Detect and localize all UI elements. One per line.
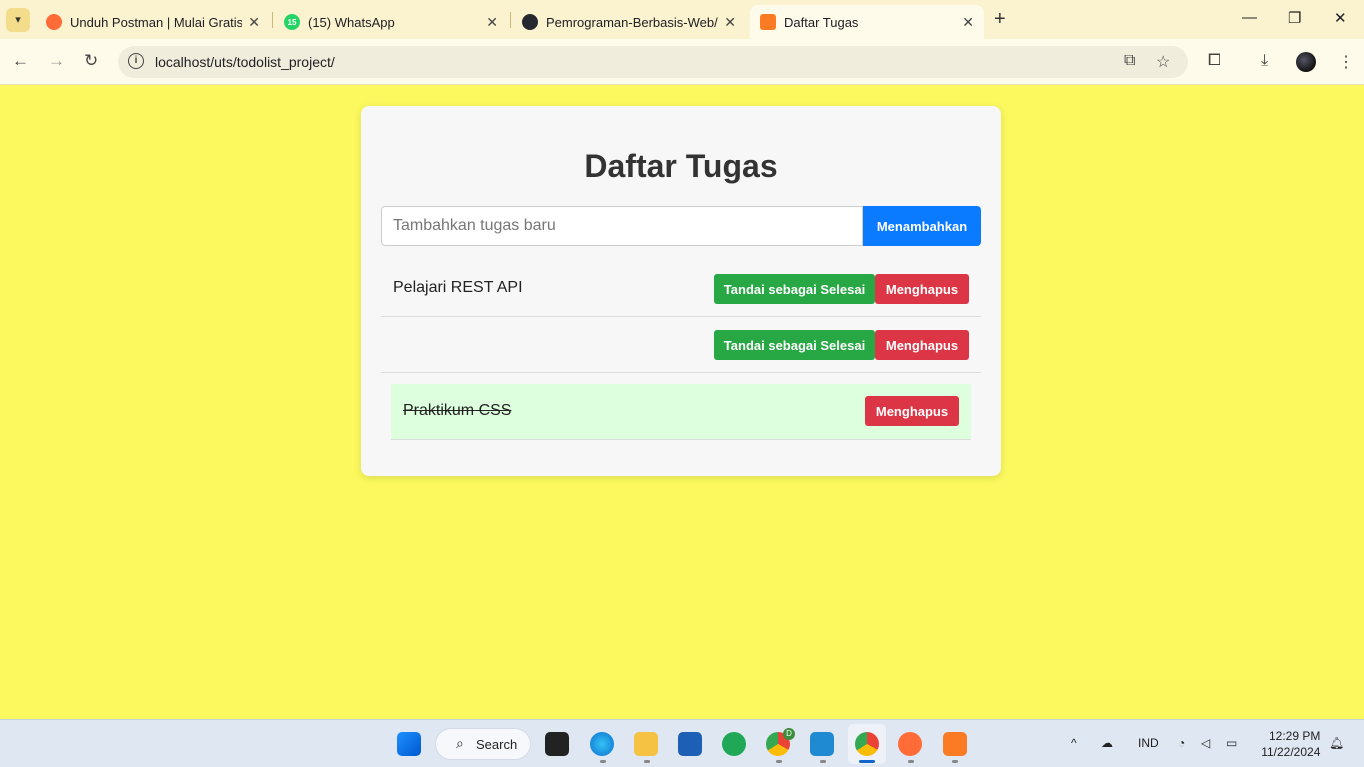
- more-menu-icon[interactable]: ⋮: [1338, 52, 1354, 72]
- browser-toolbar: ← → ↻ i localhost/uts/todolist_project/ …: [0, 39, 1364, 85]
- language-indicator[interactable]: IND: [1138, 736, 1159, 750]
- running-indicator: [952, 760, 958, 763]
- add-task-button[interactable]: Menambahkan: [863, 206, 981, 246]
- address-bar[interactable]: i localhost/uts/todolist_project/ ⧉ ☆: [118, 46, 1188, 78]
- file-explorer-icon[interactable]: [634, 732, 658, 756]
- close-icon[interactable]: ✕: [248, 14, 260, 31]
- tab-divider: [272, 12, 273, 28]
- windows-taskbar: ⌕ Search D ^ ☁ IND ◔ ◁ ▭ 12:29 PM 11/22/…: [0, 719, 1364, 767]
- todo-card: Daftar Tugas Menambahkan Pelajari REST A…: [361, 106, 1001, 476]
- close-icon[interactable]: ✕: [486, 14, 498, 31]
- tab-title: Daftar Tugas: [784, 14, 859, 30]
- xampp-icon: [760, 14, 776, 30]
- chrome-profile-badge: D: [783, 728, 795, 740]
- whatsapp-icon: 15: [284, 14, 300, 30]
- taskbar-search[interactable]: ⌕ Search: [435, 728, 531, 760]
- running-indicator: [820, 760, 826, 763]
- delete-button[interactable]: Menghapus: [875, 274, 969, 304]
- chrome-active-icon[interactable]: [855, 732, 879, 756]
- edge-icon[interactable]: [590, 732, 614, 756]
- tab-title: (15) WhatsApp: [308, 14, 395, 30]
- wifi-icon[interactable]: ◔: [1178, 736, 1185, 750]
- running-indicator: [644, 760, 650, 763]
- notification-bell-icon[interactable]: 🔔︎: [1329, 736, 1344, 750]
- vscode-icon[interactable]: [810, 732, 834, 756]
- windows-start-icon[interactable]: [397, 732, 421, 756]
- search-icon: ⌕: [456, 735, 464, 751]
- restore-icon[interactable]: ❐: [1288, 9, 1301, 27]
- store-icon[interactable]: [678, 732, 702, 756]
- running-indicator: [776, 760, 782, 763]
- reload-icon[interactable]: ↻: [84, 51, 98, 71]
- mark-done-button[interactable]: Tandai sebagai Selesai: [714, 274, 875, 304]
- task-item: Tandai sebagai Selesai Menghapus: [381, 317, 981, 373]
- xampp-icon[interactable]: [943, 732, 967, 756]
- running-indicator: [908, 760, 914, 763]
- tab-postman[interactable]: Unduh Postman | Mulai Gratis ✕: [36, 5, 270, 39]
- task-text: Pelajari REST API: [393, 279, 523, 296]
- search-label: Search: [476, 737, 518, 752]
- system-clock[interactable]: 12:29 PM 11/22/2024: [1259, 728, 1320, 760]
- bookmark-star-icon[interactable]: ☆: [1156, 52, 1170, 72]
- task-item: Pelajari REST API Tandai sebagai Selesai…: [381, 261, 981, 317]
- tab-divider: [510, 12, 511, 28]
- battery-icon[interactable]: ▭: [1226, 736, 1237, 750]
- extensions-icon[interactable]: ⧠: [1208, 52, 1221, 70]
- task-text: Praktikum CSS: [403, 402, 512, 419]
- volume-icon[interactable]: ◁: [1201, 736, 1210, 750]
- url-text[interactable]: localhost/uts/todolist_project/: [155, 54, 335, 70]
- forward-icon[interactable]: →: [48, 51, 65, 71]
- onedrive-icon[interactable]: ☁: [1101, 736, 1113, 750]
- tab-title: Unduh Postman | Mulai Gratis: [70, 14, 243, 30]
- tab-title: Pemrograman-Berbasis-Web/PE: [546, 14, 719, 30]
- site-info-icon[interactable]: i: [128, 53, 144, 69]
- tab-strip: ▾ Unduh Postman | Mulai Gratis ✕ 15 (15)…: [0, 0, 1364, 39]
- close-icon[interactable]: ✕: [962, 14, 974, 31]
- active-indicator: [859, 760, 875, 763]
- page-title: Daftar Tugas: [584, 148, 778, 184]
- running-indicator: [600, 760, 606, 763]
- close-window-icon[interactable]: ✕: [1334, 9, 1347, 27]
- tray-overflow-chevron-icon[interactable]: ^: [1071, 736, 1077, 750]
- whatsapp-icon[interactable]: [722, 732, 746, 756]
- delete-button[interactable]: Menghapus: [865, 396, 959, 426]
- clock-time: 12:29 PM: [1269, 729, 1321, 743]
- task-item-completed: Praktikum CSS Menghapus: [391, 384, 971, 440]
- profile-avatar[interactable]: [1296, 52, 1316, 72]
- postman-icon[interactable]: [898, 732, 922, 756]
- mark-done-button[interactable]: Tandai sebagai Selesai: [714, 330, 875, 360]
- tab-search-chevron-icon[interactable]: ▾: [6, 7, 30, 32]
- task-view-icon[interactable]: [545, 732, 569, 756]
- github-icon: [522, 14, 538, 30]
- tab-github[interactable]: Pemrograman-Berbasis-Web/PE ✕: [512, 5, 746, 39]
- clock-date: 11/22/2024: [1261, 745, 1321, 759]
- new-task-input[interactable]: [381, 206, 863, 246]
- translate-icon[interactable]: ⧉: [1124, 52, 1135, 70]
- tab-daftar-tugas[interactable]: Daftar Tugas ✕: [750, 5, 984, 39]
- minimize-icon[interactable]: —: [1242, 9, 1257, 26]
- postman-icon: [46, 14, 62, 30]
- back-icon[interactable]: ←: [12, 51, 29, 71]
- delete-button[interactable]: Menghapus: [875, 330, 969, 360]
- download-icon[interactable]: ⤓: [1261, 52, 1268, 70]
- new-tab-icon[interactable]: +: [994, 8, 1006, 31]
- tab-whatsapp[interactable]: 15 (15) WhatsApp ✕: [274, 5, 508, 39]
- close-icon[interactable]: ✕: [724, 14, 736, 31]
